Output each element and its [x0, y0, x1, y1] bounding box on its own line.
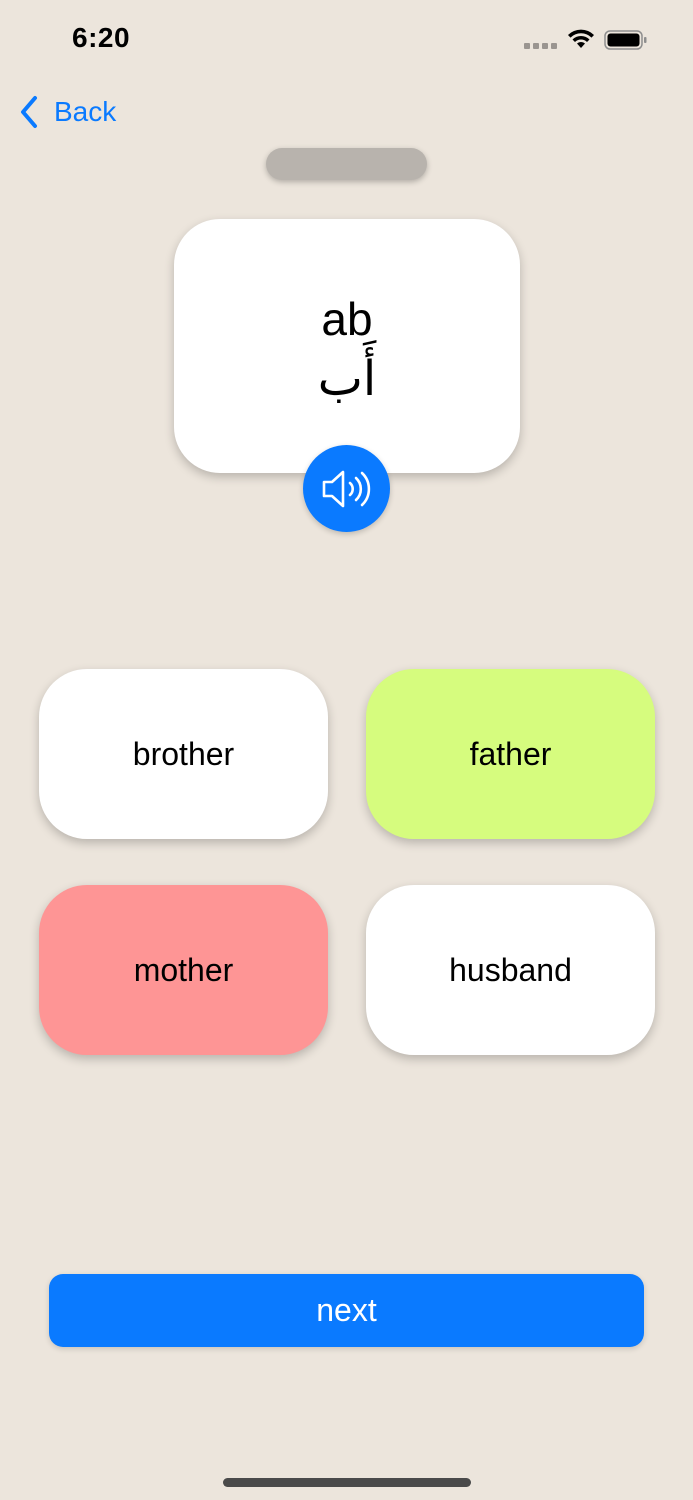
battery-icon	[604, 30, 647, 50]
play-audio-button[interactable]	[303, 445, 390, 532]
status-icons	[524, 28, 654, 54]
answer-option-mother[interactable]: mother	[39, 885, 328, 1055]
answer-option-husband[interactable]: husband	[366, 885, 655, 1055]
word-arabic: أَب	[317, 351, 377, 407]
next-button[interactable]: next	[49, 1274, 644, 1347]
answer-option-brother[interactable]: brother	[39, 669, 328, 839]
screen: 6:20 Back ab أَب brother father mother h…	[0, 0, 693, 1500]
word-card: ab أَب	[174, 219, 520, 473]
drag-handle[interactable]	[266, 148, 427, 180]
answer-label: husband	[449, 951, 572, 988]
back-button[interactable]: Back	[18, 92, 116, 132]
answer-label: mother	[133, 951, 234, 988]
answer-option-father[interactable]: father	[366, 669, 655, 839]
back-label: Back	[54, 96, 117, 127]
home-indicator[interactable]	[223, 1478, 471, 1487]
signal-icon	[524, 43, 558, 49]
next-label: next	[316, 1292, 377, 1328]
answer-label: brother	[132, 735, 235, 772]
answer-label: father	[469, 735, 552, 772]
wifi-icon	[568, 29, 594, 48]
speaker-wave-icon	[322, 470, 371, 508]
word-transliteration: ab	[321, 293, 373, 345]
chevron-left-icon	[21, 96, 37, 128]
status-time: 6:20	[72, 22, 131, 53]
